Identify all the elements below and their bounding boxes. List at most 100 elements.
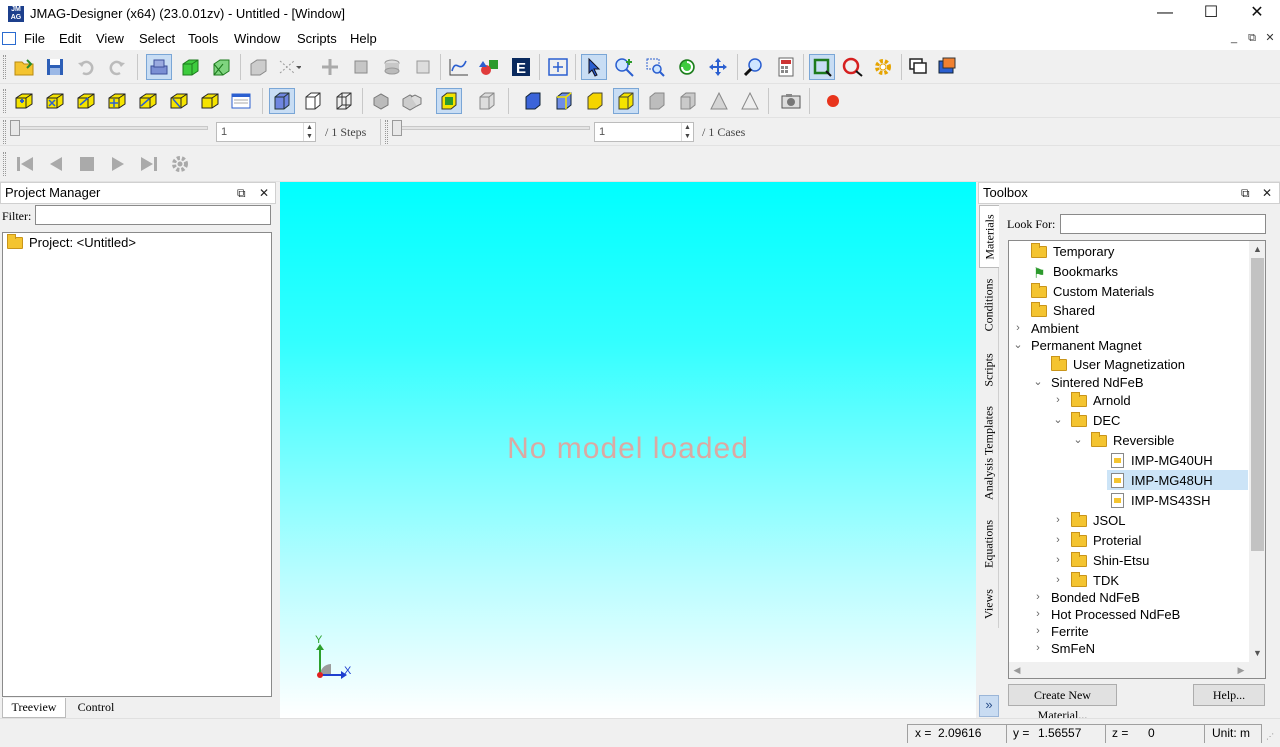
chevron-down-icon[interactable]: ⌄ (1073, 431, 1083, 450)
chevron-down-icon[interactable]: ⌄ (1053, 411, 1063, 430)
pan-icon[interactable] (705, 54, 731, 80)
green-yellow-cube-icon[interactable] (436, 88, 462, 114)
toolbar-grip[interactable] (3, 120, 6, 144)
float-panel-icon[interactable]: ⧉ (237, 183, 246, 203)
stop-icon[interactable] (74, 151, 100, 177)
minimize-button[interactable]: — (1142, 0, 1188, 28)
toolbar-grip[interactable] (3, 55, 6, 79)
chevron-down-icon[interactable]: ⌄ (1013, 336, 1023, 355)
step-slider-thumb[interactable] (10, 120, 20, 136)
menu-select[interactable]: Select (139, 31, 175, 46)
part-view-icon[interactable] (146, 54, 172, 80)
gear-select-icon[interactable] (871, 54, 897, 80)
vtab-analysis-templates[interactable]: Analysis Templates (979, 398, 999, 508)
chevron-right-icon[interactable]: › (1033, 639, 1043, 658)
create-new-material-button[interactable]: Create New Material... (1008, 684, 1117, 722)
green-mesh-box-icon[interactable] (208, 54, 234, 80)
chevron-right-icon[interactable]: › (1053, 551, 1063, 570)
vtab-equations[interactable]: Equations (979, 508, 999, 580)
light-cube-icon[interactable] (474, 88, 500, 114)
windows-stack-icon[interactable] (906, 54, 932, 80)
mdi-close-button[interactable]: ✕ (1262, 32, 1278, 46)
vtab-materials[interactable]: Materials (979, 205, 999, 268)
gray-parts-icon[interactable] (399, 88, 425, 114)
mdi-restore-button[interactable]: ⧉ (1244, 32, 1260, 46)
view-iso-icon[interactable] (11, 88, 37, 114)
camera-icon[interactable] (778, 88, 804, 114)
undo-icon[interactable] (73, 54, 99, 80)
view-right-icon[interactable] (135, 88, 161, 114)
help-button[interactable]: Help... (1193, 684, 1265, 706)
menu-view[interactable]: View (96, 31, 124, 46)
view-top-icon[interactable] (166, 88, 192, 114)
zoom-in-icon[interactable] (612, 54, 638, 80)
layers-dropdown-icon[interactable] (937, 54, 963, 80)
chevron-down-icon[interactable]: ⌄ (1033, 373, 1043, 392)
step-back-icon[interactable] (43, 151, 69, 177)
vtab-conditions[interactable]: Conditions (979, 268, 999, 342)
scroll-left-icon[interactable]: ◀ (1009, 662, 1025, 678)
zoom-box-icon[interactable] (643, 54, 669, 80)
menu-edit[interactable]: Edit (59, 31, 81, 46)
gray-cross-icon[interactable] (317, 54, 343, 80)
gray-square-icon[interactable] (410, 54, 436, 80)
outline-cube-icon[interactable] (300, 88, 326, 114)
maximize-button[interactable]: ☐ (1188, 0, 1234, 28)
mdi-minimize-button[interactable]: _ (1226, 32, 1242, 46)
expand-tabs-icon[interactable]: » (979, 695, 999, 717)
menu-help[interactable]: Help (350, 31, 377, 46)
pyramid-icon[interactable] (706, 88, 732, 114)
scroll-down-icon[interactable]: ▼ (1249, 645, 1265, 661)
case-spinbox[interactable]: 1 ▲ ▼ (594, 122, 694, 142)
scrollbar-thumb[interactable] (1251, 258, 1264, 551)
graph-icon[interactable] (446, 54, 472, 80)
play-icon[interactable] (105, 151, 131, 177)
horizontal-scrollbar[interactable]: ◀ ▶ (1009, 662, 1265, 678)
step-spin-arrows-icon[interactable]: ▲ ▼ (303, 123, 315, 141)
skip-first-icon[interactable] (12, 151, 38, 177)
toolbar-grip[interactable] (3, 89, 6, 113)
graphics-viewport[interactable]: No model loaded Y X (280, 182, 976, 718)
step-spinbox[interactable]: 1 ▲ ▼ (216, 122, 316, 142)
gray-box-icon[interactable] (245, 54, 271, 80)
gray-cylinder-icon[interactable] (379, 54, 405, 80)
tab-control[interactable]: Control (66, 698, 126, 718)
view-window-icon[interactable] (228, 88, 254, 114)
blue-solid-icon[interactable] (520, 88, 546, 114)
toolbar-grip[interactable] (3, 152, 6, 176)
case-slider-thumb[interactable] (392, 120, 402, 136)
record-icon[interactable] (820, 88, 846, 114)
look-for-input[interactable] (1060, 214, 1266, 234)
dotted-mesh-icon[interactable] (276, 54, 302, 80)
probe-icon[interactable] (742, 54, 768, 80)
rotate-icon[interactable] (674, 54, 700, 80)
gray-solid-2-icon[interactable] (675, 88, 701, 114)
menu-tools[interactable]: Tools (188, 31, 218, 46)
blue-edge-icon[interactable] (551, 88, 577, 114)
chevron-right-icon[interactable]: › (1053, 511, 1063, 530)
filter-input[interactable] (35, 205, 271, 225)
view-front-icon[interactable] (42, 88, 68, 114)
view-back-icon[interactable] (73, 88, 99, 114)
fit-view-icon[interactable] (545, 54, 571, 80)
menu-scripts[interactable]: Scripts (297, 31, 337, 46)
chevron-right-icon[interactable]: › (1053, 391, 1063, 410)
scroll-up-icon[interactable]: ▲ (1249, 241, 1265, 257)
close-button[interactable]: ✕ (1234, 0, 1280, 28)
vertical-scrollbar[interactable]: ▲ ▼ (1249, 241, 1265, 662)
toolbar-grip[interactable] (385, 120, 388, 144)
menu-file[interactable]: File (24, 31, 45, 46)
settings-gear-icon[interactable] (167, 151, 193, 177)
yellow-solid-icon[interactable] (582, 88, 608, 114)
view-bottom-icon[interactable] (197, 88, 223, 114)
resize-grip-icon[interactable]: ⋰ (1266, 732, 1278, 744)
tab-treeview[interactable]: Treeview (2, 698, 66, 718)
gray-solid-icon[interactable] (644, 88, 670, 114)
step-slider-track[interactable] (12, 126, 208, 130)
save-icon[interactable] (42, 54, 68, 80)
close-panel-icon[interactable]: ✕ (1262, 183, 1272, 203)
float-panel-icon[interactable]: ⧉ (1241, 183, 1250, 203)
shaded-cube-icon[interactable] (269, 88, 295, 114)
case-spin-arrows-icon[interactable]: ▲ ▼ (681, 123, 693, 141)
scroll-right-icon[interactable]: ▶ (1233, 662, 1249, 678)
